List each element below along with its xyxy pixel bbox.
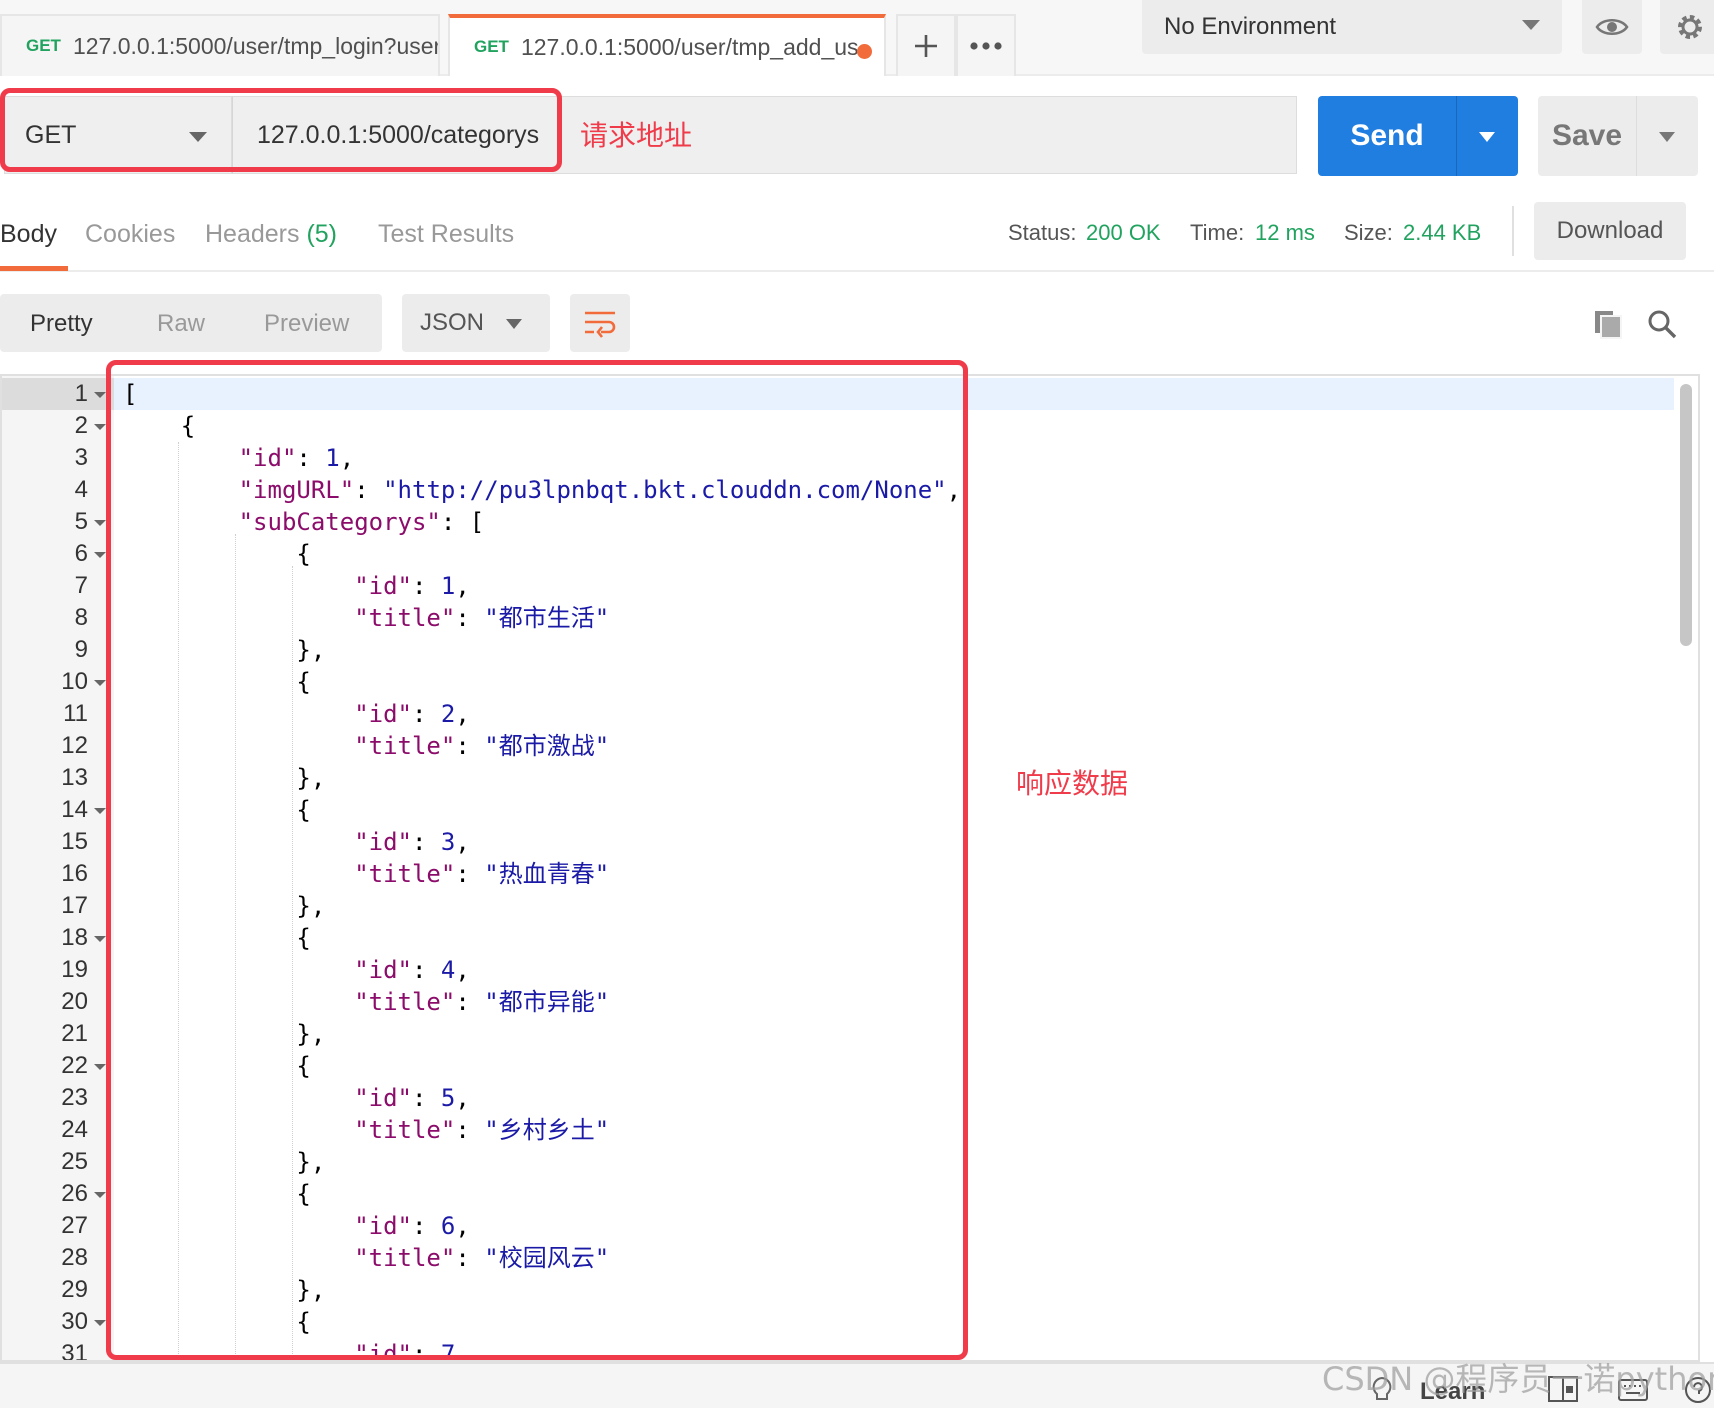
wrap-lines-icon (585, 311, 616, 338)
line-number: 5 (74, 508, 88, 535)
line-number: 6 (74, 540, 88, 567)
line-number: 7 (74, 572, 88, 599)
more-tabs-button[interactable] (956, 14, 1016, 76)
line-number: 18 (61, 924, 88, 951)
line-number: 24 (61, 1116, 88, 1143)
divider (1512, 206, 1514, 256)
tab-headers-label: Headers (205, 220, 300, 248)
line-number: 12 (61, 732, 88, 759)
fold-toggle-icon[interactable] (94, 1320, 106, 1326)
save-options-button[interactable] (1636, 96, 1698, 176)
view-raw-button[interactable]: Raw (157, 310, 205, 338)
view-preview-button[interactable]: Preview (264, 310, 349, 338)
request-annotation-label: 请求地址 (580, 119, 693, 152)
line-number: 15 (61, 828, 88, 855)
line-number: 21 (61, 1020, 88, 1047)
line-number: 31 (61, 1340, 88, 1362)
fold-toggle-icon[interactable] (94, 520, 106, 526)
view-pretty-button[interactable]: Pretty (30, 310, 93, 338)
save-button[interactable]: Save (1538, 96, 1636, 176)
environment-label: No Environment (1164, 13, 1337, 40)
view-mode-segmented: Pretty Raw Preview (0, 294, 382, 352)
request-tab-tmp-add-user[interactable]: GET 127.0.0.1:5000/user/tmp_add_us (448, 14, 886, 76)
tab-cookies[interactable]: Cookies (85, 220, 175, 249)
line-number: 2 (74, 412, 88, 439)
scrollbar-thumb[interactable] (1680, 384, 1692, 646)
download-button[interactable]: Download (1534, 202, 1686, 260)
fold-toggle-icon[interactable] (94, 1064, 106, 1070)
line-number: 27 (61, 1212, 88, 1239)
chevron-down-icon (1522, 20, 1540, 30)
csdn-watermark: CSDN @程序员一诺python (1322, 1360, 1714, 1398)
fold-toggle-icon[interactable] (94, 680, 106, 686)
time-label: Time: (1190, 220, 1245, 245)
gear-icon (1678, 15, 1702, 39)
line-number: 9 (74, 636, 88, 663)
response-annotation-label: 响应数据 (1016, 767, 1129, 800)
time-value: 12 ms (1255, 220, 1315, 245)
manage-environments-button[interactable] (1660, 0, 1714, 54)
line-number: 16 (61, 860, 88, 887)
line-number: 29 (61, 1276, 88, 1303)
environment-quick-look-button[interactable] (1582, 0, 1642, 54)
tab-headers[interactable]: Headers (5) (205, 220, 337, 249)
line-number: 14 (61, 796, 88, 823)
format-select[interactable]: JSON (402, 294, 550, 352)
headers-count-badge: (5) (306, 220, 338, 248)
tab-body[interactable]: Body (0, 220, 57, 249)
line-number: 25 (61, 1148, 88, 1175)
tab-url: 127.0.0.1:5000/user/tmp_login?user (72, 32, 438, 59)
send-options-button[interactable] (1456, 96, 1518, 176)
format-value: JSON (420, 309, 485, 336)
unsaved-dot-icon (857, 44, 872, 59)
line-number: 23 (61, 1084, 88, 1111)
tab-method: GET (26, 36, 61, 55)
chevron-down-icon (506, 319, 522, 329)
search-icon[interactable] (1646, 308, 1678, 345)
chevron-down-icon (1479, 132, 1495, 142)
size-value: 2.44 KB (1403, 220, 1482, 245)
status-value: 200 OK (1086, 220, 1161, 245)
environment-select[interactable]: No Environment (1142, 0, 1562, 54)
line-number: 20 (61, 988, 88, 1015)
tab-method: GET (474, 37, 509, 56)
fold-toggle-icon[interactable] (94, 424, 106, 430)
send-button[interactable]: Send (1318, 96, 1456, 176)
line-number: 4 (74, 476, 88, 503)
response-annotation-box (106, 360, 968, 1360)
line-number: 11 (63, 700, 88, 727)
line-number: 22 (61, 1052, 88, 1079)
chevron-down-icon (1659, 132, 1675, 142)
copy-icon[interactable] (1592, 308, 1624, 345)
line-number: 28 (61, 1244, 88, 1271)
fold-toggle-icon[interactable] (94, 392, 106, 398)
line-number: 30 (61, 1308, 88, 1335)
ellipsis-icon (970, 42, 1002, 50)
active-tab-indicator (0, 266, 68, 271)
status-label: Status: (1008, 220, 1077, 245)
eye-icon (1595, 19, 1629, 35)
tab-test-results[interactable]: Test Results (378, 220, 514, 249)
line-number: 8 (74, 604, 88, 631)
wrap-lines-button[interactable] (570, 294, 630, 352)
new-tab-button[interactable] (896, 14, 956, 76)
request-annotation-box (0, 88, 562, 172)
line-number: 26 (61, 1180, 88, 1207)
fold-toggle-icon[interactable] (94, 1192, 106, 1198)
line-number: 1 (74, 380, 88, 407)
fold-toggle-icon[interactable] (94, 552, 106, 558)
line-number: 17 (61, 892, 88, 919)
line-number: 3 (74, 444, 88, 471)
plus-icon (915, 35, 937, 57)
tab-url: 127.0.0.1:5000/user/tmp_add_us (520, 33, 859, 60)
line-number: 13 (61, 764, 88, 791)
request-tab-tmp-login[interactable]: GET 127.0.0.1:5000/user/tmp_login?user (0, 14, 440, 76)
request-tab-bar: GET 127.0.0.1:5000/user/tmp_login?user G… (0, 0, 1714, 76)
line-number: 10 (61, 668, 88, 695)
size-label: Size: (1344, 220, 1393, 245)
fold-toggle-icon[interactable] (94, 936, 106, 942)
line-number: 19 (61, 956, 88, 983)
fold-toggle-icon[interactable] (94, 808, 106, 814)
